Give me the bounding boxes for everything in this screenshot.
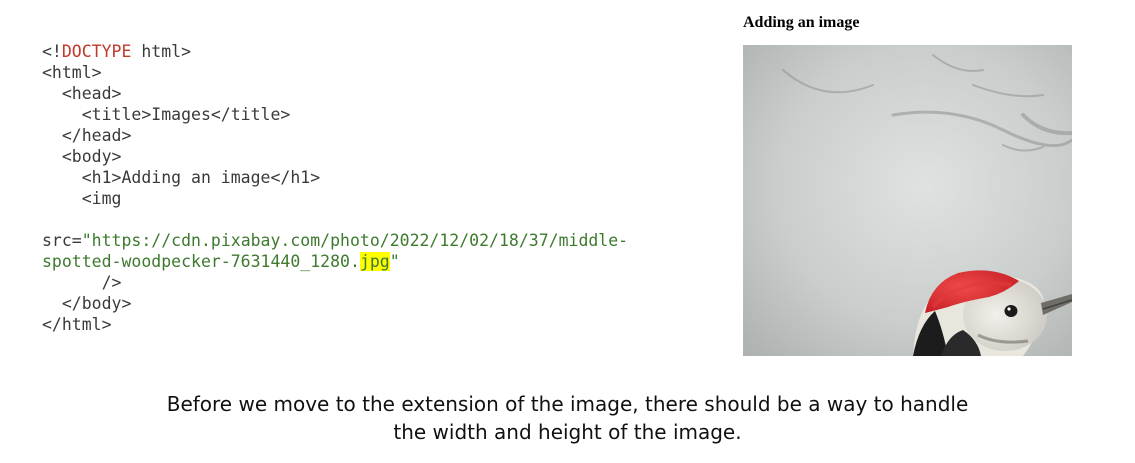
code-block: <!DOCTYPE html> <html> <head> <title>Ima… [42, 41, 628, 335]
woodpecker-image [743, 45, 1072, 356]
code-line-html-close: </html> [42, 315, 112, 334]
code-line-src: src="https://cdn.pixabay.com/photo/2022/… [42, 231, 629, 250]
src-url-part1: "https://cdn.pixabay.com/photo/2022/12/0… [81, 231, 629, 250]
caption-line-2: the width and height of the image. [393, 420, 742, 444]
code-line-body-open: <body> [42, 147, 122, 166]
preview-heading: Adding an image [743, 14, 860, 31]
code-line-doctype: <!DOCTYPE html> [42, 42, 192, 61]
doctype-keyword: DOCTYPE [61, 42, 132, 61]
extension-highlight: jpg [359, 252, 390, 271]
code-line-title: <title>Images</title> [42, 105, 291, 124]
code-line-h1: <h1>Adding an image</h1> [42, 168, 321, 187]
caption-line-1: Before we move to the extension of the i… [166, 392, 969, 416]
code-line-src-cont: spotted-woodpecker-7631440_1280.jpg" [42, 252, 400, 271]
code-line-html-open: <html> [42, 63, 102, 82]
code-line-head-close: </head> [42, 126, 132, 145]
code-line-body-close: </body> [42, 294, 132, 313]
code-line-head-open: <head> [42, 84, 122, 103]
src-url-part2: spotted-woodpecker-7631440_1280. [42, 252, 360, 271]
code-line-img-close: /> [42, 273, 122, 292]
code-line-img-open: <img [42, 189, 122, 208]
slide-caption: Before we move to the extension of the i… [0, 390, 1135, 446]
